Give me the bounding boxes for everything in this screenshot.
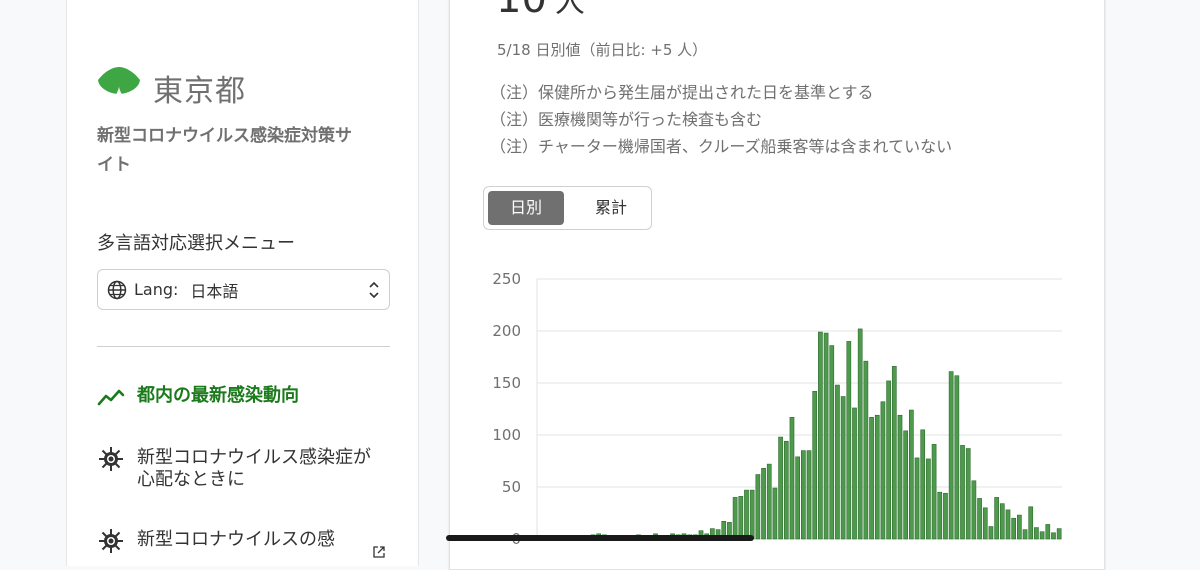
chevron-up-down-icon xyxy=(369,281,379,299)
bar[interactable] xyxy=(800,450,806,540)
bar[interactable] xyxy=(857,328,863,540)
bar[interactable] xyxy=(1017,514,1022,540)
bar[interactable] xyxy=(1028,506,1034,540)
bar[interactable] xyxy=(920,429,926,540)
note-item: （注）医療機関等が行った検査も含む xyxy=(490,110,763,129)
bar[interactable] xyxy=(1005,509,1011,540)
logo-text: 東京都 xyxy=(153,74,246,109)
bar[interactable] xyxy=(749,489,755,540)
y-tick-label: 250 xyxy=(492,271,521,288)
daily-value-unit: 人 xyxy=(554,0,585,20)
lang-prefix-label: Lang: xyxy=(134,280,179,299)
nav-label: 新型コロナウイルス感染症が心配なときに xyxy=(137,447,371,490)
y-tick-label: 100 xyxy=(492,426,521,444)
bar[interactable] xyxy=(909,409,914,540)
daily-cumulative-toggle: 日別 累計 xyxy=(483,186,652,230)
y-tick-label: 150 xyxy=(492,374,521,392)
bar[interactable] xyxy=(783,440,789,540)
tokyo-logo[interactable]: 東京都 xyxy=(97,66,246,110)
bar[interactable] xyxy=(1034,527,1039,540)
bar[interactable] xyxy=(789,417,795,540)
lang-selected-value: 日本語 xyxy=(190,281,239,301)
y-tick-label: 50 xyxy=(502,478,521,496)
bar[interactable] xyxy=(823,332,829,540)
ginkgo-leaf-logo-icon xyxy=(98,67,140,109)
bar[interactable] xyxy=(965,448,971,540)
bar[interactable] xyxy=(772,487,778,540)
bar[interactable] xyxy=(988,526,994,540)
bar[interactable] xyxy=(954,375,960,540)
trend-chart-icon xyxy=(97,389,125,406)
bar[interactable] xyxy=(840,396,846,540)
bar[interactable] xyxy=(994,497,999,540)
bar[interactable] xyxy=(914,457,920,540)
notes-list: （注）保健所から発生届が提出された日を基準とする （注）医療機関等が行った検査も… xyxy=(490,79,952,160)
toggle-daily-button[interactable]: 日別 xyxy=(488,191,564,225)
bar[interactable] xyxy=(766,463,772,540)
bar[interactable] xyxy=(812,391,818,540)
nav-label: 新型コロナウイルスの感 xyxy=(137,529,335,550)
language-select[interactable]: Lang: 日本語 xyxy=(97,269,390,310)
bar[interactable] xyxy=(755,474,761,540)
note-item: （注）チャーター機帰国者、クルーズ船乗客等は含まれていない xyxy=(490,137,953,156)
bar[interactable] xyxy=(1039,531,1045,540)
bar[interactable] xyxy=(852,407,857,540)
toggle-cumulative-button[interactable]: 累計 xyxy=(573,191,649,225)
note-item: （注）保健所から発生届が提出された日を基準とする xyxy=(490,83,874,102)
sidebar-divider xyxy=(97,346,390,347)
bar[interactable] xyxy=(732,497,738,540)
bar[interactable] xyxy=(886,380,891,540)
bar[interactable] xyxy=(948,371,954,540)
sidebar: 東京都 新型コロナウイルス感染症対策サイト 多言語対応選択メニュー Lang: … xyxy=(66,0,419,566)
virus-icon xyxy=(99,529,123,553)
nav-item-when-worried[interactable]: 新型コロナウイルス感染症が心配なときに xyxy=(97,447,387,491)
daily-cases-bar-chart: 050100150200250 xyxy=(492,271,1062,548)
bar[interactable] xyxy=(863,360,869,540)
bar[interactable] xyxy=(869,417,874,540)
bar[interactable] xyxy=(931,444,937,540)
site-title: 新型コロナウイルス感染症対策サイト xyxy=(97,126,352,175)
bar[interactable] xyxy=(880,401,886,540)
external-link-icon xyxy=(373,546,385,558)
language-menu-heading: 多言語対応選択メニュー xyxy=(97,233,295,254)
bar[interactable] xyxy=(778,436,783,540)
daily-value: 10 人 xyxy=(496,0,585,23)
bar[interactable] xyxy=(835,384,840,540)
bar[interactable] xyxy=(1045,524,1051,540)
home-indicator-bar[interactable] xyxy=(446,535,754,541)
bar[interactable] xyxy=(761,467,766,540)
bar[interactable] xyxy=(982,507,988,540)
bar[interactable] xyxy=(795,456,800,540)
bar[interactable] xyxy=(1056,528,1062,540)
virus-icon xyxy=(99,447,123,471)
bar[interactable] xyxy=(903,430,909,540)
bar[interactable] xyxy=(977,498,982,540)
bar[interactable] xyxy=(874,414,880,540)
bar[interactable] xyxy=(937,491,943,540)
daily-cases-card: 10 人 5/18 日別値（前日比: +5 人） （注）保健所から発生届が提出され… xyxy=(449,0,1105,570)
y-tick-label: 200 xyxy=(492,322,521,340)
bar[interactable] xyxy=(999,503,1005,540)
daily-value-caption: 5/18 日別値（前日比: +5 人） xyxy=(497,41,708,59)
bar[interactable] xyxy=(960,445,965,540)
bar[interactable] xyxy=(829,345,835,540)
bar[interactable] xyxy=(971,480,977,540)
bar[interactable] xyxy=(1011,517,1017,540)
nav-label: 都内の最新感染動向 xyxy=(137,385,299,406)
bar[interactable] xyxy=(891,366,897,540)
daily-value-number: 10 xyxy=(496,0,547,22)
nav-item-coronavirus-info[interactable]: 新型コロナウイルスの感 xyxy=(97,529,387,555)
bar[interactable] xyxy=(943,492,948,540)
bar[interactable] xyxy=(1022,529,1028,540)
bar[interactable] xyxy=(744,489,749,540)
bar[interactable] xyxy=(818,331,823,540)
bar[interactable] xyxy=(1051,532,1056,540)
globe-icon xyxy=(107,280,127,299)
nav-item-latest-trends[interactable]: 都内の最新感染動向 xyxy=(97,385,387,411)
bar[interactable] xyxy=(738,496,744,540)
bar[interactable] xyxy=(897,414,903,540)
bar[interactable] xyxy=(846,341,852,540)
bar[interactable] xyxy=(806,450,812,540)
bar[interactable] xyxy=(926,458,931,540)
